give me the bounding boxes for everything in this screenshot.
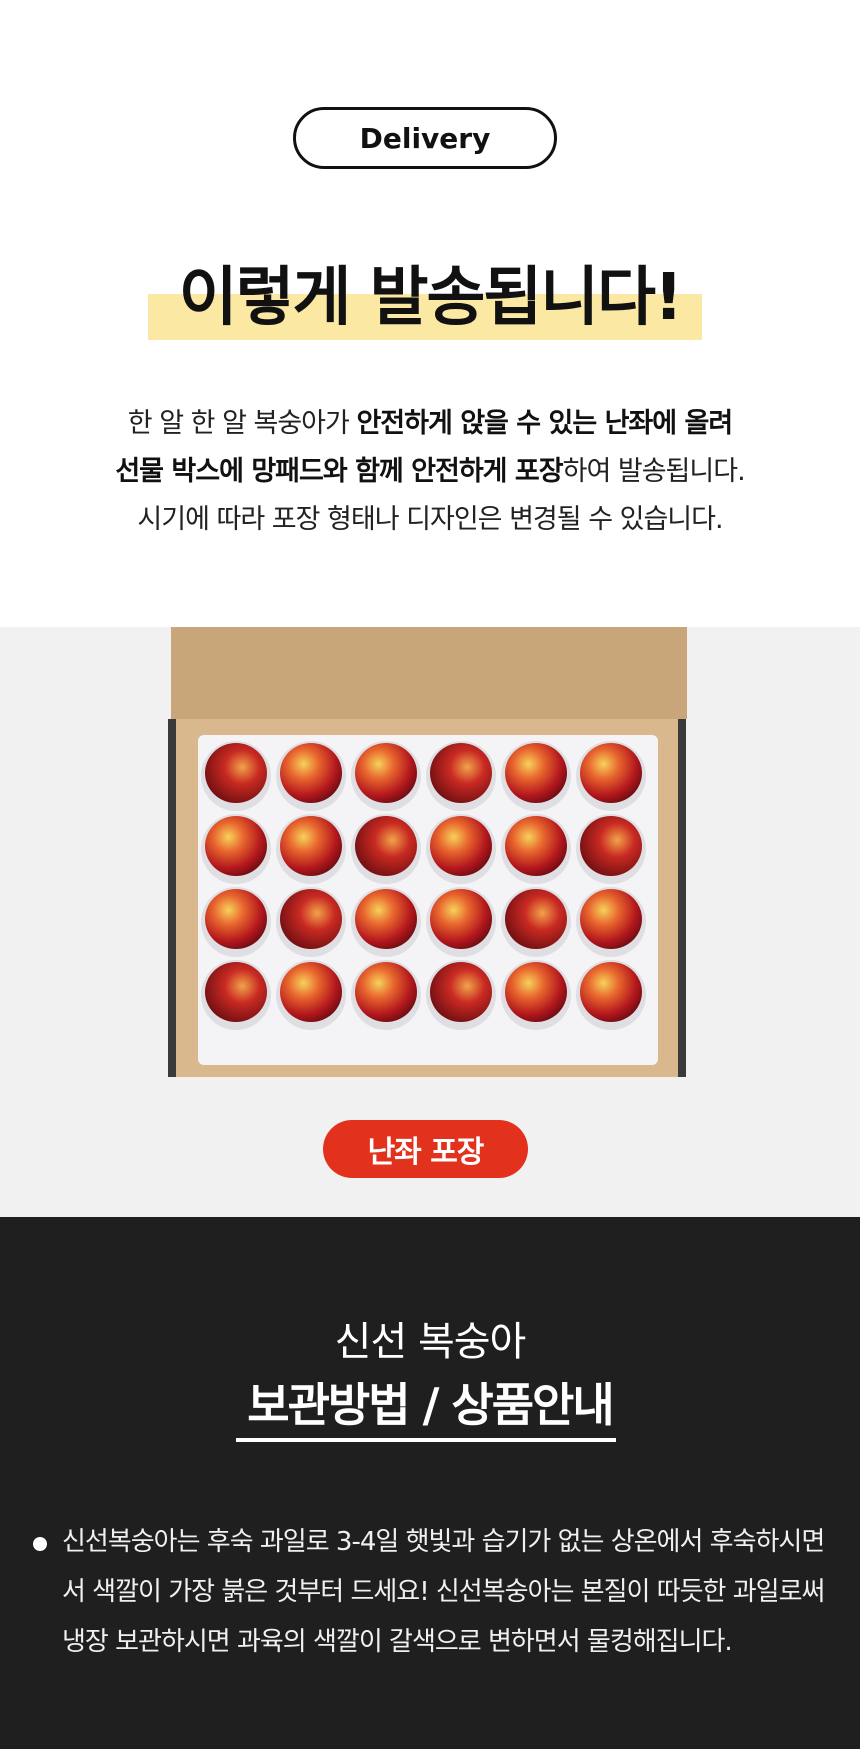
intro-line-3: 시기에 따라 포장 형태나 디자인은 변경될 수 있습니다. [137, 504, 723, 535]
storage-bullet-1: 신선복숭아는 후숙 과일로 3-4일 햇빛과 습기가 없는 상온에서 후숙하시면… [62, 1527, 825, 1657]
peach [355, 962, 417, 1022]
peach [355, 816, 417, 876]
peach [430, 889, 492, 949]
storage-subtitle: 신선 복숭아 [334, 1319, 527, 1365]
peach [430, 743, 492, 803]
peach [580, 962, 642, 1022]
packaging-badge: 난좌 포장 [323, 1120, 528, 1178]
peach [580, 889, 642, 949]
intro-line-1-plain: 한 알 한 알 복숭아가 [127, 408, 357, 439]
peach [355, 743, 417, 803]
page-title: 이렇게 발송됩니다! [178, 261, 684, 335]
bullet-icon [33, 1537, 47, 1551]
peach [430, 962, 492, 1022]
peach [505, 743, 567, 803]
intro-line-2-bold: 선물 박스에 망패드와 함께 안전하게 포장 [115, 456, 563, 487]
peach [280, 816, 342, 876]
peach [280, 889, 342, 949]
peach [505, 889, 567, 949]
intro-line-1: 한 알 한 알 복숭아가 안전하게 앉을 수 있는 난좌에 올려 [0, 400, 860, 448]
peach [505, 962, 567, 1022]
peach [580, 816, 642, 876]
box-lid [171, 627, 687, 719]
title-underline [236, 1438, 616, 1442]
peach [355, 889, 417, 949]
peach [280, 962, 342, 1022]
peach [205, 816, 267, 876]
intro-text: 한 알 한 알 복숭아가 안전하게 앉을 수 있는 난좌에 올려 선물 박스에 … [0, 400, 860, 544]
peach [505, 816, 567, 876]
intro-line-2-plain: 하여 발송됩니다. [562, 456, 746, 487]
storage-title: 보관방법 / 상품안내 [247, 1378, 614, 1432]
delivery-pill-label: Delivery [293, 107, 557, 169]
peach [205, 743, 267, 803]
storage-info-section: 신선 복숭아 보관방법 / 상품안내 신선복숭아는 후숙 과일로 3-4일 햇빛… [0, 1217, 860, 1749]
peach [280, 743, 342, 803]
headline-wrap: 이렇게 발송됩니다! [0, 246, 860, 338]
package-photo-section: 난좌 포장 [0, 627, 860, 1217]
peach [580, 743, 642, 803]
peach [205, 962, 267, 1022]
delivery-section: Delivery 이렇게 발송됩니다! 한 알 한 알 복숭아가 안전하게 앉을… [0, 0, 860, 627]
peach [205, 889, 267, 949]
peach [430, 816, 492, 876]
intro-line-1-bold: 안전하게 앉을 수 있는 난좌에 올려 [356, 408, 733, 439]
intro-line-2: 선물 박스에 망패드와 함께 안전하게 포장하여 발송됩니다. [0, 448, 860, 496]
